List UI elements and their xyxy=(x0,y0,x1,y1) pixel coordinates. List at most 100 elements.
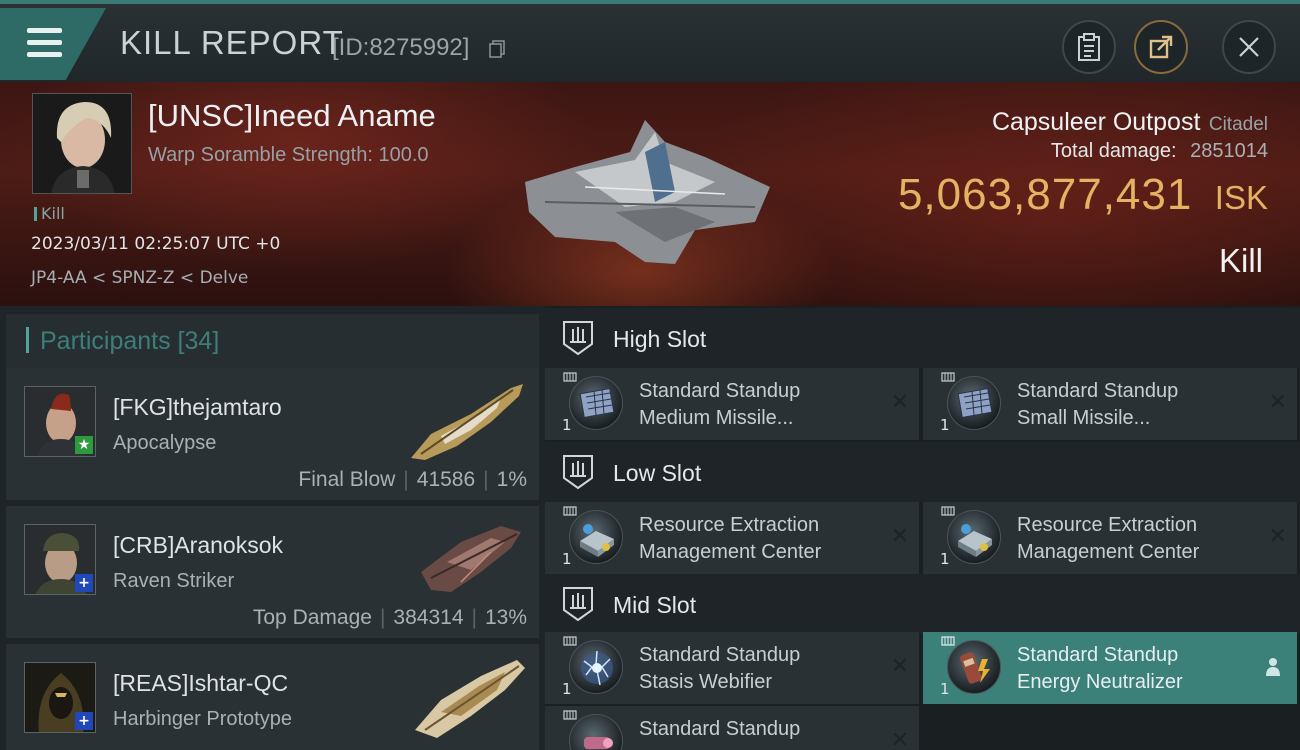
separator: | xyxy=(471,606,477,629)
module-item[interactable]: 1 Resource Extraction Management Center … xyxy=(923,502,1297,574)
mid-slot-header: Mid Slot xyxy=(545,574,1300,634)
stasis-webifier-icon xyxy=(569,640,623,694)
module-quantity: 1 xyxy=(940,416,950,434)
top-bar: KILL REPORT [ID:8275992] xyxy=(0,0,1300,82)
module-item[interactable]: 1 Standard Standup Small Missile... ✕ xyxy=(923,368,1297,440)
participant-damage: 41586 xyxy=(416,468,476,491)
slot-title: Low Slot xyxy=(613,460,702,486)
module-quantity: 1 xyxy=(940,680,950,698)
kill-tag: Kill xyxy=(34,204,65,223)
module-quantity: 1 xyxy=(562,550,572,568)
module-name-line1: Resource Extraction xyxy=(1017,514,1198,536)
module-name-line1: Resource Extraction xyxy=(639,514,820,536)
menu-icon xyxy=(27,28,62,33)
participant-stats: Top Damage | 384314 | 13% xyxy=(253,606,527,630)
warp-scramble-strength: Warp Soramble Strength: 100.0 xyxy=(148,144,429,166)
participant-portrait[interactable]: + xyxy=(24,524,96,595)
participants-header: Participants [34] xyxy=(6,314,539,369)
missile-launcher-icon xyxy=(569,376,623,430)
mid-slot-icon xyxy=(563,587,593,622)
module-item[interactable]: Standard Standup ✕ xyxy=(545,706,919,750)
damage-line: Total damage: 2851014 xyxy=(1051,140,1268,163)
slot-flag-icon xyxy=(941,372,955,382)
module-name-line1: Standard Standup xyxy=(639,644,801,666)
participant-badge: + xyxy=(75,574,93,592)
isk-line: 5,063,877,431 ISK xyxy=(898,170,1268,220)
participants-title: Participants [34] xyxy=(40,327,220,355)
slot-flag-icon xyxy=(563,372,577,382)
total-damage-label: Total damage: xyxy=(1050,140,1177,162)
victim-portrait[interactable] xyxy=(32,93,132,194)
isk-value: 5,063,877,431 xyxy=(897,170,1193,219)
separator: | xyxy=(483,468,489,491)
destroyed-icon: ✕ xyxy=(890,728,909,750)
share-button[interactable] xyxy=(1134,20,1188,74)
slot-flag-icon xyxy=(941,636,955,646)
person-icon[interactable] xyxy=(1265,657,1281,677)
destroyed-icon: ✕ xyxy=(890,654,909,679)
low-slot-header: Low Slot xyxy=(545,442,1300,502)
close-button[interactable] xyxy=(1222,20,1276,74)
high-slot-icon xyxy=(563,321,593,356)
separator: | xyxy=(379,606,386,629)
module-item[interactable]: 1 Standard Standup Stasis Webifier ✕ xyxy=(545,632,919,704)
participant-row[interactable]: + [REAS]Ishtar-QC Harbinger Prototype xyxy=(6,644,539,750)
target-type: Citadel xyxy=(1208,114,1268,135)
participant-portrait[interactable]: + xyxy=(24,662,96,733)
separator: | xyxy=(403,468,409,491)
menu-icon-bar xyxy=(27,40,62,45)
isk-unit: ISK xyxy=(1214,179,1268,216)
participant-stats: Final Blow | 41586 | 1% xyxy=(298,468,527,492)
low-slot-icon xyxy=(563,455,593,490)
participant-badge: + xyxy=(75,712,93,730)
module-name-line1: Standard Standup xyxy=(639,718,801,740)
extraction-module-icon xyxy=(947,510,1001,564)
participant-role: Final Blow xyxy=(298,468,396,491)
slot-flag-icon xyxy=(941,506,955,516)
participants-panel: Participants [34] ★ [FKG]thejamtaro Apoc… xyxy=(0,306,545,750)
slot-title: Mid Slot xyxy=(613,592,697,618)
participant-row[interactable]: + [CRB]Aranoksok Raven Striker Top Damag… xyxy=(6,506,539,640)
participant-ship-image xyxy=(415,660,525,738)
share-icon xyxy=(1149,35,1173,59)
high-slot-header: High Slot xyxy=(545,308,1300,368)
copy-icon[interactable] xyxy=(489,40,505,58)
kill-datetime: 2023/03/11 02:25:07 UTC +0 xyxy=(31,234,281,254)
victim-name[interactable]: [UNSC]Ineed Aname xyxy=(148,98,436,134)
close-icon xyxy=(1239,37,1259,57)
participant-damage: 384314 xyxy=(393,606,464,629)
participant-row[interactable]: ★ [FKG]thejamtaro Apocalypse Final Blow |… xyxy=(6,368,539,502)
clipboard-button[interactable] xyxy=(1062,20,1116,74)
module-item[interactable]: 1 Standard Standup Energy Neutralizer xyxy=(923,632,1297,704)
participant-name: [REAS]Ishtar-QC xyxy=(113,670,289,696)
victim-avatar xyxy=(33,94,131,193)
destroyed-icon: ✕ xyxy=(890,390,909,415)
participant-ship: Harbinger Prototype xyxy=(113,708,292,730)
menu-button[interactable] xyxy=(0,8,106,80)
slot-title: High Slot xyxy=(613,326,707,352)
target-name[interactable]: Capsuleer Outpost xyxy=(992,108,1200,136)
participant-name: [FKG]thejamtaro xyxy=(113,394,282,420)
participant-ship-image xyxy=(411,384,523,460)
clipboard-icon xyxy=(1078,33,1100,61)
citadel-ship-image xyxy=(525,120,770,264)
total-damage-value: 2851014 xyxy=(1190,140,1268,162)
destroyed-icon: ✕ xyxy=(1268,524,1287,549)
participant-percent: 1% xyxy=(496,468,527,491)
menu-icon-bar xyxy=(27,52,62,57)
participant-role: Top Damage xyxy=(252,606,372,629)
module-quantity: 1 xyxy=(940,550,950,568)
kill-location[interactable]: JP4-AA < SPNZ-Z < Delve xyxy=(31,268,248,288)
module-name-line2: Stasis Webifier xyxy=(639,671,773,693)
module-name-line1: Standard Standup xyxy=(639,380,801,402)
participant-ship-image xyxy=(421,526,521,592)
module-item[interactable]: 1 Standard Standup Medium Missile... ✕ xyxy=(545,368,919,440)
kill-banner: [UNSC]Ineed Aname Warp Soramble Strength… xyxy=(0,82,1300,306)
participant-ship: Raven Striker xyxy=(113,570,235,592)
participant-portrait[interactable]: ★ xyxy=(24,386,96,457)
slot-flag-icon xyxy=(563,636,577,646)
module-item[interactable]: 1 Resource Extraction Management Center … xyxy=(545,502,919,574)
module-name-line2: Medium Missile... xyxy=(639,407,794,429)
missile-launcher-icon xyxy=(947,376,1001,430)
module-name-line1: Standard Standup xyxy=(1017,380,1179,402)
